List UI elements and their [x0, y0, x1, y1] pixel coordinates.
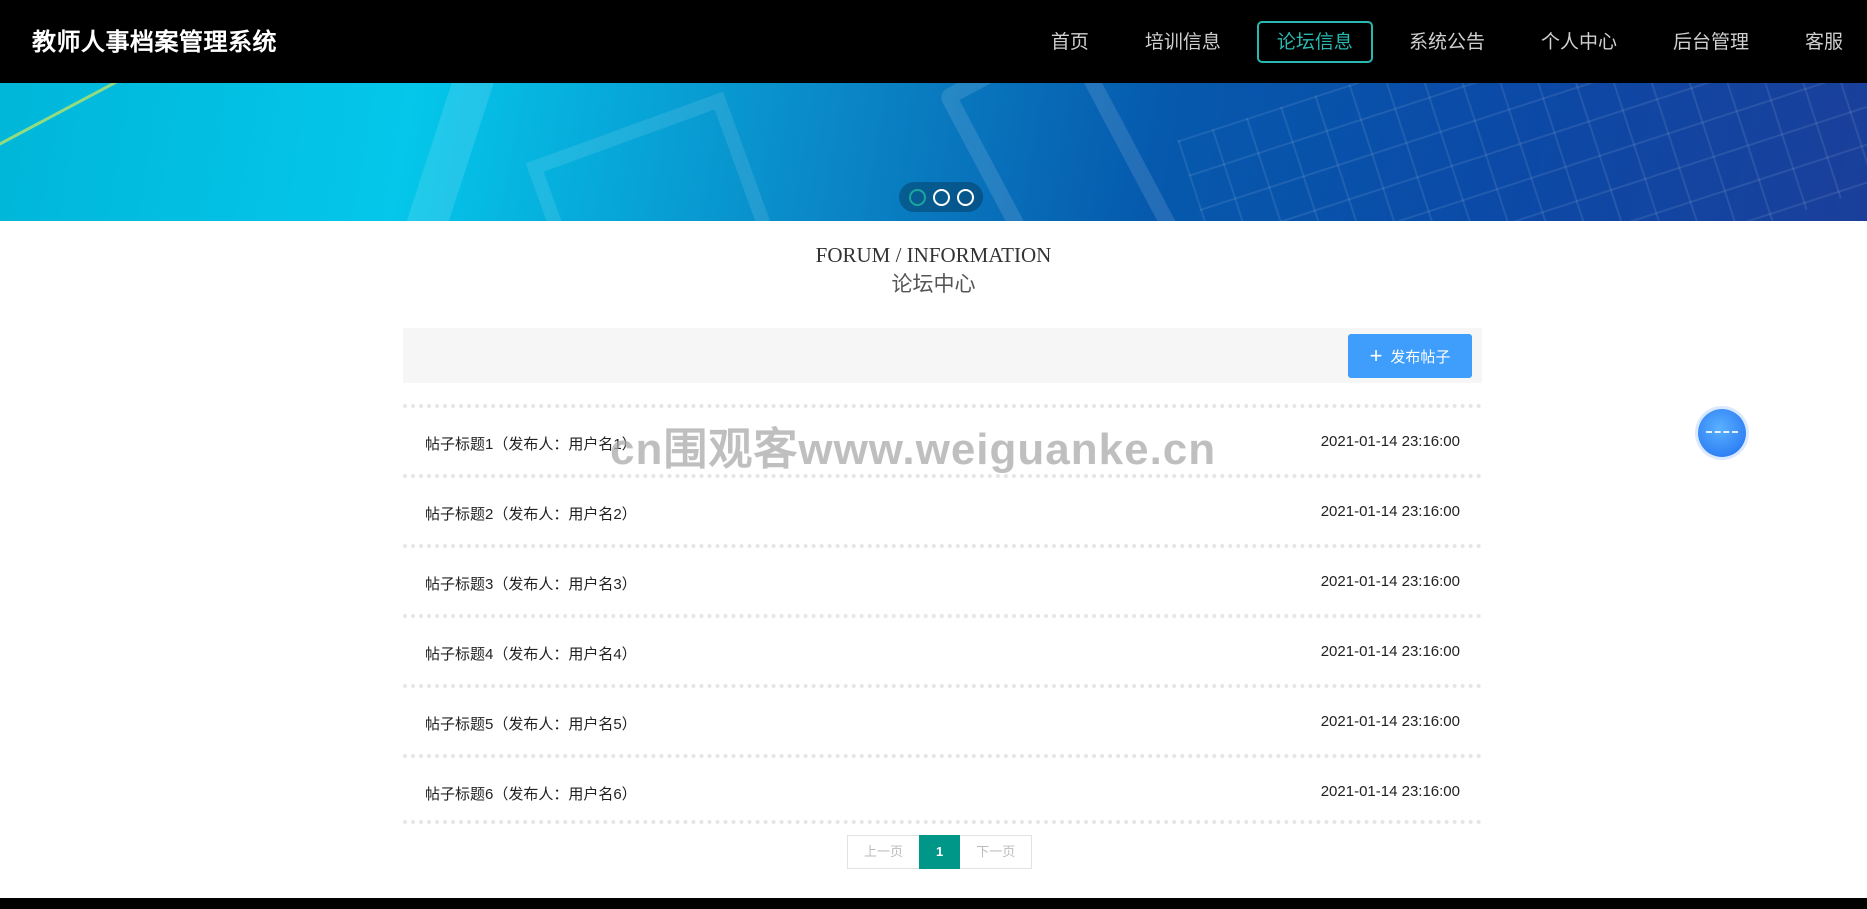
post-title[interactable]: 帖子标题6（发布人：用户名6）: [425, 783, 637, 804]
carousel-indicators: [899, 182, 983, 212]
plus-icon: +: [1369, 343, 1383, 368]
banner-decoration: [525, 91, 775, 221]
post-title[interactable]: 帖子标题3（发布人：用户名3）: [425, 573, 637, 594]
post-row[interactable]: 帖子标题1（发布人：用户名1） 2021-01-14 23:16:00: [403, 404, 1482, 474]
nav-item-training[interactable]: 培训信息: [1125, 21, 1241, 63]
nav-item-profile[interactable]: 个人中心: [1521, 21, 1637, 63]
post-row[interactable]: 帖子标题2（发布人：用户名2） 2021-01-14 23:16:00: [403, 474, 1482, 544]
post-time: 2021-01-14 23:16:00: [1320, 783, 1460, 800]
carousel-dot-2[interactable]: [932, 188, 950, 206]
post-topic-button[interactable]: + 发布帖子: [1348, 334, 1472, 378]
post-time: 2021-01-14 23:16:00: [1320, 573, 1460, 590]
carousel-dot-1[interactable]: [908, 188, 926, 206]
forum-toolbar: + 发布帖子: [403, 328, 1482, 383]
nav-item-home[interactable]: 首页: [1031, 21, 1109, 63]
carousel-dot-3[interactable]: [956, 188, 974, 206]
banner-keyboard-image: [1177, 83, 1867, 221]
next-page-button[interactable]: 下一页: [960, 835, 1033, 869]
nav-item-announcements[interactable]: 系统公告: [1389, 21, 1505, 63]
top-navbar: 教师人事档案管理系统 首页 培训信息 论坛信息 系统公告 个人中心 后台管理 客…: [0, 0, 1867, 83]
page-number-current[interactable]: 1: [919, 835, 961, 869]
forum-post-list: 帖子标题1（发布人：用户名1） 2021-01-14 23:16:00 帖子标题…: [403, 404, 1482, 824]
post-topic-label: 发布帖子: [1390, 348, 1451, 366]
floating-chat-button[interactable]: [1698, 409, 1746, 457]
chat-icon: [1706, 431, 1738, 433]
post-row[interactable]: 帖子标题4（发布人：用户名4） 2021-01-14 23:16:00: [403, 614, 1482, 684]
site-brand: 教师人事档案管理系统: [32, 29, 277, 56]
post-title[interactable]: 帖子标题1（发布人：用户名1）: [425, 433, 637, 454]
post-time: 2021-01-14 23:16:00: [1320, 433, 1460, 450]
nav-item-forum[interactable]: 论坛信息: [1256, 20, 1373, 63]
post-time: 2021-01-14 23:16:00: [1320, 643, 1460, 660]
post-row[interactable]: 帖子标题3（发布人：用户名3） 2021-01-14 23:16:00: [403, 544, 1482, 614]
post-time: 2021-01-14 23:16:00: [1320, 503, 1460, 520]
nav-item-admin[interactable]: 后台管理: [1653, 21, 1769, 63]
section-title: FORUM / INFORMATION: [815, 243, 1052, 267]
nav-item-support[interactable]: 客服: [1785, 21, 1867, 63]
post-title[interactable]: 帖子标题5（发布人：用户名5）: [425, 713, 637, 734]
hero-banner: [0, 83, 1867, 221]
main-nav: 首页 培训信息 论坛信息 系统公告 个人中心 后台管理 客服: [1023, 0, 1867, 83]
prev-page-button[interactable]: 上一页: [847, 835, 920, 869]
pagination: 上一页 1 下一页: [847, 835, 1033, 869]
post-title[interactable]: 帖子标题4（发布人：用户名4）: [425, 643, 637, 664]
post-title[interactable]: 帖子标题2（发布人：用户名2）: [425, 503, 637, 524]
post-time: 2021-01-14 23:16:00: [1320, 713, 1460, 730]
footer-bar: [0, 898, 1867, 909]
post-row[interactable]: 帖子标题5（发布人：用户名5） 2021-01-14 23:16:00: [403, 684, 1482, 754]
banner-decoration: [400, 83, 500, 221]
banner-decoration: [0, 83, 140, 156]
section-subtitle: 论坛中心: [891, 272, 976, 296]
post-row[interactable]: 帖子标题6（发布人：用户名6） 2021-01-14 23:16:00: [403, 754, 1482, 824]
